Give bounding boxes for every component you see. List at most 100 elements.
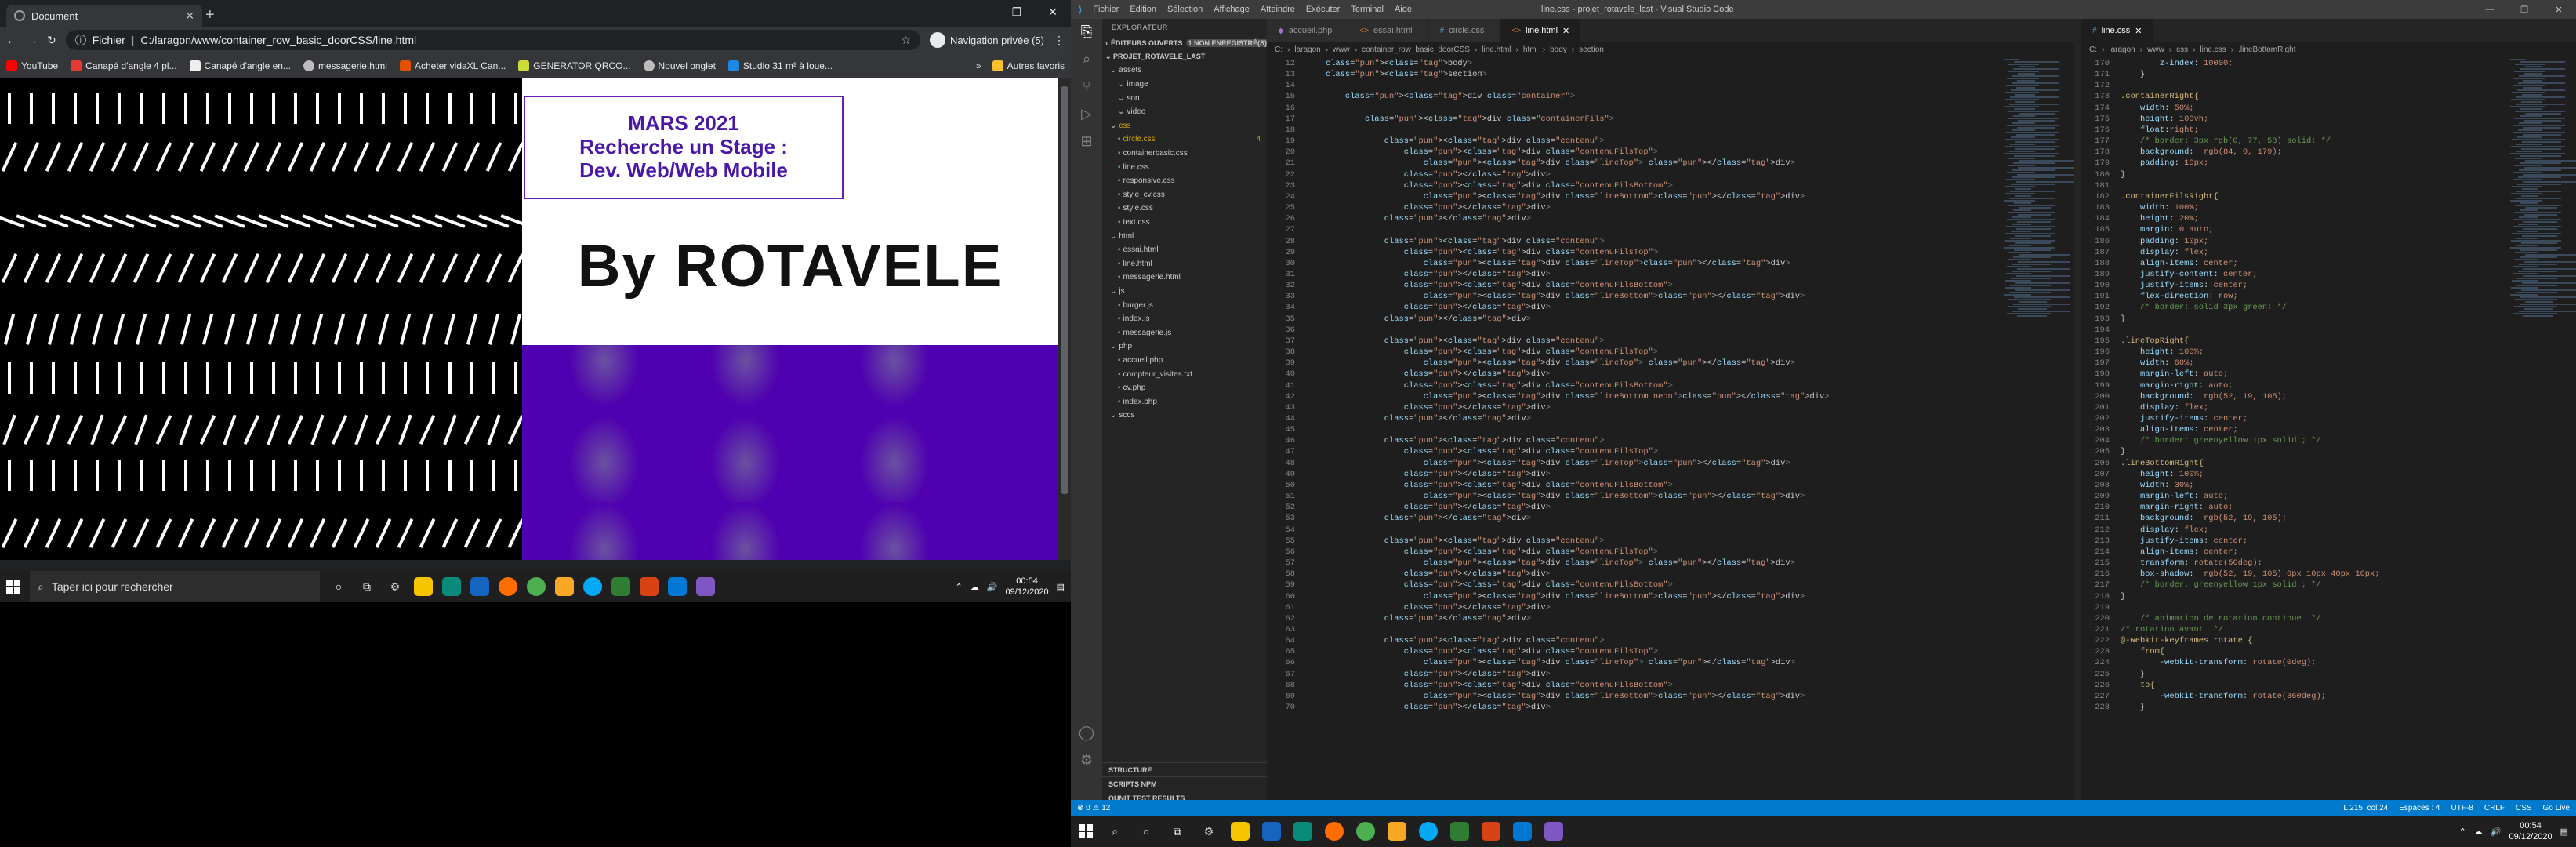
breadcrumb-item[interactable]: .lineBottomRight — [2238, 45, 2295, 54]
forward-icon[interactable]: → — [27, 34, 38, 46]
windows-start-icon[interactable] — [6, 580, 20, 594]
folder-item[interactable]: ⌄ assets — [1102, 64, 1267, 78]
file-item[interactable]: ▪ compteur_visites.txt — [1102, 367, 1267, 381]
structure-section[interactable]: STRUCTURE — [1102, 762, 1267, 776]
file-item[interactable]: ▪ burger.js — [1102, 298, 1267, 312]
breadcrumb-item[interactable]: line.css — [2200, 45, 2226, 54]
menu-dots-icon[interactable]: ⋮ — [1054, 34, 1065, 47]
scrollbar-thumb[interactable] — [1061, 86, 1068, 494]
other-bookmarks[interactable]: Autres favoris — [992, 60, 1065, 71]
bookmark-item[interactable]: Canapé d'angle en... — [189, 60, 291, 71]
app-icon[interactable] — [611, 577, 630, 596]
close-window-button[interactable]: ✕ — [2542, 0, 2576, 19]
html-editor[interactable]: 12 class="pun"><class="tag">body> 13 clas… — [1267, 58, 1996, 798]
status-item[interactable]: Go Live — [2543, 804, 2570, 812]
editor-tab[interactable]: ◆ accueil.php — [1267, 19, 1349, 42]
bookmark-youtube[interactable]: YouTube — [6, 60, 58, 71]
volume-icon[interactable]: 🔊 — [2491, 827, 2502, 837]
close-window-button[interactable]: ✕ — [1035, 0, 1071, 24]
status-item[interactable]: CRLF — [2484, 804, 2505, 812]
folder-item[interactable]: ⌄ video — [1102, 105, 1267, 119]
app-icon[interactable] — [1482, 822, 1500, 841]
windows-start-icon[interactable] — [1079, 824, 1093, 838]
search-icon[interactable]: ⌕ — [1083, 51, 1090, 67]
file-item[interactable]: ▪ cv.php — [1102, 381, 1267, 395]
status-item[interactable]: L 215, col 24 — [2343, 804, 2388, 812]
address-bar[interactable]: i Fichier | C:/laragon/www/container_row… — [65, 30, 921, 50]
menu-item-4[interactable]: Atteindre — [1261, 5, 1295, 14]
breadcrumb-item[interactable]: www — [2147, 45, 2164, 54]
clock[interactable]: 00:54 09/12/2020 — [1006, 576, 1049, 598]
close-icon[interactable]: ✕ — [1562, 26, 1569, 36]
editor-tab[interactable]: <> line.html ✕ — [1500, 19, 1582, 42]
folder-icon[interactable] — [555, 577, 574, 596]
breadcrumb-item[interactable]: C: — [2089, 45, 2097, 54]
folder-item[interactable]: ⌄ js — [1102, 285, 1267, 299]
file-item[interactable]: ▪ circle.css 4 — [1102, 133, 1267, 147]
breadcrumb-item[interactable]: www — [1333, 45, 1350, 54]
file-item[interactable]: ▪ style.css — [1102, 202, 1267, 216]
file-item[interactable]: ▪ responsive.css — [1102, 174, 1267, 188]
clock[interactable]: 00:54 09/12/2020 — [2509, 820, 2552, 842]
problems-indicator[interactable]: ⊗ 0 ⚠ 12 — [1077, 804, 1110, 812]
tab-document[interactable]: Document ✕ — [6, 5, 202, 27]
app-icon[interactable] — [583, 577, 602, 596]
cloud-icon[interactable]: ☁ — [971, 582, 979, 592]
app-icon[interactable] — [470, 577, 489, 596]
breadcrumb-item[interactable]: html — [1523, 45, 1538, 54]
file-item[interactable]: ▪ text.css — [1102, 216, 1267, 230]
page-scrollbar[interactable] — [1058, 78, 1071, 560]
network-icon[interactable]: ⌃ — [956, 582, 963, 592]
bookmark-item[interactable]: Nouvel onglet — [643, 60, 716, 71]
minimap-left[interactable] — [2004, 58, 2074, 403]
css-editor[interactable]: 170 z-index: 10000; 171 } 172 173 .container… — [2081, 58, 2505, 798]
bookmark-item[interactable]: messagerie.html — [303, 60, 387, 71]
menu-item-6[interactable]: Terminal — [1351, 5, 1384, 14]
notifications-icon[interactable]: ▤ — [1057, 582, 1065, 592]
file-item[interactable]: ▪ containerbasic.css — [1102, 147, 1267, 161]
extensions-icon[interactable]: ⊞ — [1080, 133, 1092, 150]
editor-split[interactable] — [2074, 19, 2081, 800]
menu-item-5[interactable]: Exécuter — [1306, 5, 1340, 14]
folder-icon[interactable] — [1388, 822, 1406, 841]
file-explorer-icon[interactable] — [1231, 822, 1250, 841]
app-icon[interactable] — [640, 577, 659, 596]
folder-item[interactable]: ⌄ son — [1102, 91, 1267, 105]
folder-item[interactable]: ⌄ css — [1102, 119, 1267, 133]
notifications-icon[interactable]: ▤ — [2560, 827, 2568, 837]
file-item[interactable]: ▪ line.html — [1102, 257, 1267, 271]
bookmark-item[interactable]: Studio 31 m² à loue... — [727, 60, 833, 71]
private-profile-button[interactable]: Navigation privée (5) — [930, 32, 1044, 48]
file-item[interactable]: ▪ index.js — [1102, 312, 1267, 326]
file-item[interactable]: ▪ index.php — [1102, 394, 1267, 409]
chrome-icon[interactable] — [1356, 822, 1375, 841]
menu-item-2[interactable]: Sélection — [1167, 5, 1203, 14]
editor-tab[interactable]: # circle.css — [1428, 19, 1501, 42]
network-icon[interactable]: ⌃ — [2459, 827, 2466, 837]
file-item[interactable]: ▪ line.css — [1102, 160, 1267, 174]
breadcrumb-item[interactable]: body — [1550, 45, 1567, 54]
menu-item-0[interactable]: Fichier — [1093, 5, 1119, 14]
edge-icon[interactable] — [442, 577, 461, 596]
bookmarks-more-button[interactable]: » — [976, 60, 981, 71]
file-item[interactable]: ▪ essai.html — [1102, 243, 1267, 257]
editor-tab[interactable]: # line.css ✕ — [2081, 19, 2154, 42]
menu-item-7[interactable]: Aide — [1395, 5, 1412, 14]
breadcrumb-item[interactable]: container_row_basic_doorCSS — [1362, 45, 1470, 54]
gear-icon[interactable]: ⚙ — [1080, 752, 1093, 769]
status-item[interactable]: UTF-8 — [2451, 804, 2473, 812]
close-icon[interactable]: ✕ — [2135, 26, 2142, 36]
app-icon[interactable] — [1450, 822, 1469, 841]
close-tab-icon[interactable]: ✕ — [185, 9, 194, 23]
maximize-button[interactable]: ❐ — [2507, 0, 2542, 19]
file-explorer-icon[interactable] — [414, 577, 433, 596]
menu-item-3[interactable]: Affichage — [1214, 5, 1250, 14]
file-item[interactable]: ▪ messagerie.html — [1102, 271, 1267, 285]
new-tab-button[interactable]: + — [205, 6, 215, 24]
maximize-button[interactable]: ❐ — [999, 0, 1035, 24]
bookmark-star-icon[interactable]: ☆ — [901, 34, 911, 47]
breadcrumb-item[interactable]: section — [1579, 45, 1604, 54]
task-view-icon[interactable]: ⧉ — [1168, 822, 1187, 841]
cortana-icon[interactable]: ○ — [329, 577, 348, 596]
npm-scripts-section[interactable]: SCRIPTS NPM — [1102, 776, 1267, 791]
